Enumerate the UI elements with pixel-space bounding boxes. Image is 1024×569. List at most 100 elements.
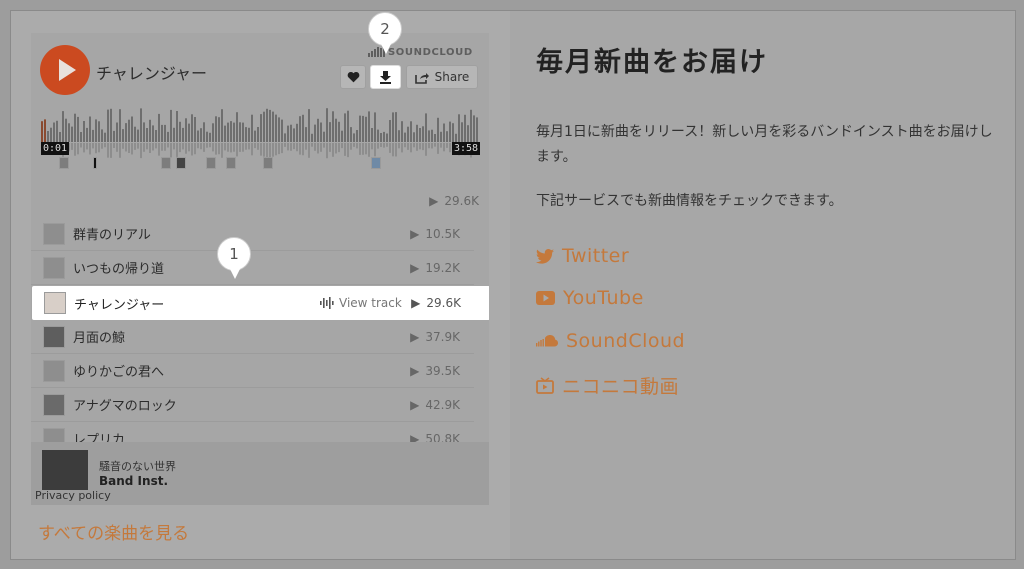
waveform-bar bbox=[50, 127, 52, 142]
waveform-bar bbox=[344, 113, 346, 142]
waveform-icon bbox=[320, 297, 334, 309]
track-title: レプリカ bbox=[73, 433, 126, 442]
track-plays-value: 39.5K bbox=[425, 363, 460, 378]
track-row[interactable]: 群青のリアル ▶ 10.5K bbox=[31, 217, 474, 251]
waveform-reflection-bar bbox=[263, 143, 265, 157]
waveform-bar bbox=[449, 121, 451, 142]
see-all-songs-link[interactable]: すべての楽曲を見る bbox=[38, 519, 189, 544]
waveform-bar bbox=[338, 121, 340, 142]
callout-badge-1: 1 bbox=[217, 237, 251, 279]
play-count-icon: ▶ bbox=[410, 363, 420, 378]
waveform[interactable] bbox=[41, 104, 479, 162]
track-row[interactable]: ゆりかごの君へ ▶ 39.5K bbox=[31, 354, 474, 388]
privacy-policy-link[interactable]: Privacy policy bbox=[35, 489, 111, 502]
waveform-reflection-bar bbox=[305, 143, 307, 150]
track-row-current[interactable]: チャレンジャー View track ▶ 29.6K bbox=[32, 286, 489, 320]
track-list[interactable]: 群青のリアル ▶ 10.5K いつもの帰り道 ▶ 19.2K チャレンジャー Vie… bbox=[31, 217, 489, 442]
waveform-reflection-bar bbox=[353, 143, 355, 147]
waveform-bar bbox=[287, 125, 289, 142]
waveform-reflection-bar bbox=[380, 143, 382, 147]
track-plays-value: 29.6K bbox=[426, 296, 461, 310]
waveform-reflection-bar bbox=[401, 143, 403, 153]
waveform-reflection-bar bbox=[92, 143, 94, 149]
track-plays-value: 37.9K bbox=[425, 329, 460, 344]
waveform-reflection-bar bbox=[122, 143, 124, 149]
waveform-bar bbox=[182, 127, 184, 142]
album-artwork[interactable] bbox=[42, 450, 88, 490]
waveform-reflection-bar bbox=[389, 143, 391, 153]
soundcloud-icon bbox=[536, 335, 558, 347]
twitter-link[interactable]: Twitter bbox=[536, 245, 629, 267]
comment-avatar[interactable] bbox=[263, 157, 273, 169]
comment-avatar[interactable] bbox=[226, 157, 236, 169]
waveform-reflection-bar bbox=[89, 143, 91, 155]
waveform-bar bbox=[404, 132, 406, 142]
waveform-reflection-bar bbox=[98, 143, 100, 153]
waveform-bar bbox=[386, 133, 388, 142]
waveform-bar bbox=[431, 129, 433, 142]
waveform-bar bbox=[452, 123, 454, 142]
share-button[interactable]: Share bbox=[406, 65, 478, 89]
waveform-bar bbox=[101, 129, 103, 142]
view-track-link[interactable]: View track bbox=[320, 296, 402, 310]
download-button[interactable] bbox=[370, 65, 401, 89]
waveform-bar bbox=[278, 117, 280, 142]
waveform-reflection-bar bbox=[317, 143, 319, 154]
comment-avatar[interactable] bbox=[176, 157, 186, 169]
track-row[interactable]: いつもの帰り道 ▶ 19.2K bbox=[31, 251, 474, 285]
waveform-reflection-bar bbox=[383, 143, 385, 148]
comment-avatar[interactable] bbox=[93, 157, 97, 169]
callout-badge-2: 2 bbox=[368, 12, 402, 54]
waveform-bar bbox=[179, 121, 181, 142]
waveform-reflection-bar bbox=[437, 143, 439, 154]
track-thumbnail bbox=[43, 359, 65, 382]
play-count-icon: ▶ bbox=[410, 397, 420, 412]
comment-avatar[interactable] bbox=[206, 157, 216, 169]
track-plays-value: 19.2K bbox=[425, 260, 460, 275]
waveform-bar bbox=[89, 116, 91, 142]
waveform-bar bbox=[185, 118, 187, 142]
soundcloud-link[interactable]: SoundCloud bbox=[536, 330, 685, 352]
youtube-link[interactable]: YouTube bbox=[536, 287, 644, 309]
waveform-reflection-bar bbox=[257, 143, 259, 150]
waveform-reflection-bar bbox=[113, 143, 115, 148]
like-button[interactable] bbox=[340, 65, 366, 89]
waveform-bar bbox=[281, 119, 283, 142]
waveform-reflection-bar bbox=[344, 143, 346, 156]
play-button[interactable] bbox=[40, 45, 90, 95]
play-count-icon: ▶ bbox=[410, 260, 420, 275]
waveform-bar bbox=[128, 119, 130, 142]
waveform-reflection-bar bbox=[302, 143, 304, 156]
waveform-bar bbox=[83, 121, 85, 142]
waveform-reflection-bar bbox=[224, 143, 226, 151]
waveform-reflection-bar bbox=[251, 143, 253, 156]
waveform-bar bbox=[371, 128, 373, 142]
comment-avatar[interactable] bbox=[161, 157, 171, 169]
waveform-reflection-bar bbox=[80, 143, 82, 148]
waveform-bar bbox=[320, 122, 322, 142]
waveform-bar bbox=[410, 121, 412, 142]
waveform-bar bbox=[140, 108, 142, 142]
waveform-bar bbox=[227, 122, 229, 142]
album-artist[interactable]: Band Inst. bbox=[99, 474, 168, 488]
waveform-bar bbox=[413, 132, 415, 142]
waveform-reflection-bar bbox=[218, 143, 220, 155]
waveform-reflection-bar bbox=[86, 143, 88, 150]
waveform-bar bbox=[176, 111, 178, 142]
waveform-bar bbox=[56, 120, 58, 142]
track-row[interactable]: アナグマのロック ▶ 42.9K bbox=[31, 388, 474, 422]
comment-avatar[interactable] bbox=[371, 157, 381, 169]
waveform-bar bbox=[296, 123, 298, 142]
comment-avatar[interactable] bbox=[59, 157, 69, 169]
twitter-icon bbox=[536, 248, 554, 264]
waveform-bar bbox=[374, 112, 376, 142]
waveform-bar bbox=[350, 127, 352, 142]
waveform-reflection-bar bbox=[299, 143, 301, 155]
waveform-bar bbox=[353, 133, 355, 142]
track-row[interactable]: レプリカ ▶ 50.8K bbox=[31, 422, 474, 442]
niconico-link[interactable]: ニコニコ動画 bbox=[536, 372, 679, 399]
track-row[interactable]: 月面の鯨 ▶ 37.9K bbox=[31, 320, 474, 354]
waveform-bar bbox=[104, 132, 106, 142]
timed-comments[interactable] bbox=[41, 157, 479, 170]
waveform-reflection-bar bbox=[419, 143, 421, 150]
